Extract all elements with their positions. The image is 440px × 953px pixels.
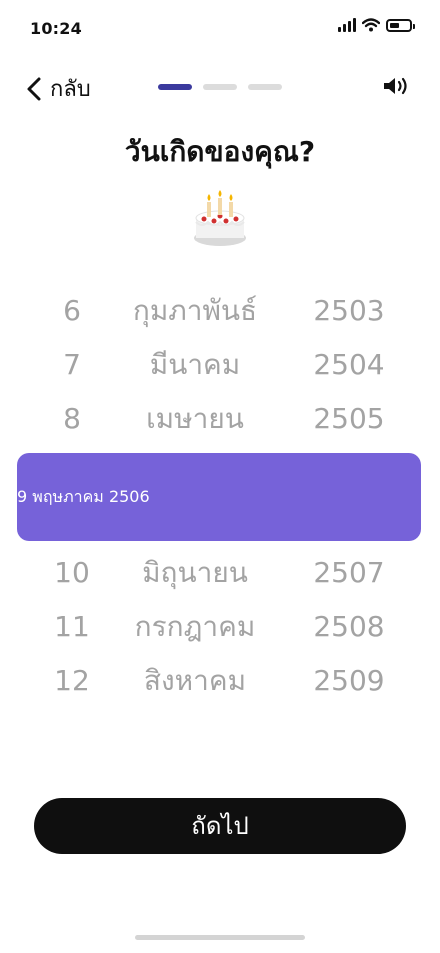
picker-day: 10 — [54, 556, 90, 589]
picker-month: มิถุนายน — [142, 556, 248, 589]
step-progress-indicator — [158, 84, 282, 90]
picker-month: เมษายน — [146, 402, 244, 435]
progress-step-inactive — [203, 84, 237, 90]
selected-year: 2506 — [108, 487, 150, 506]
picker-year: 2509 — [313, 664, 385, 697]
home-indicator — [135, 935, 305, 940]
picker-day: 12 — [54, 664, 90, 697]
picker-year: 2503 — [313, 294, 385, 327]
wifi-icon — [362, 18, 380, 32]
picker-row[interactable]: 12 สิงหาคม 2509 — [0, 654, 440, 708]
picker-year: 2505 — [313, 402, 385, 435]
picker-row[interactable]: 10 มิถุนายน 2507 — [0, 546, 440, 600]
picker-month: กรกฎาคม — [134, 610, 256, 643]
battery-icon — [386, 18, 415, 32]
signal-icon — [338, 18, 356, 32]
progress-step-inactive — [248, 84, 282, 90]
picker-selected-row[interactable]: 9 พฤษภาคม 2506 — [17, 453, 421, 541]
back-button[interactable]: กลับ — [26, 71, 91, 106]
status-bar: 10:24 — [0, 0, 440, 56]
top-nav: กลับ — [0, 66, 440, 110]
picker-day: 11 — [54, 610, 90, 643]
back-label: กลับ — [50, 77, 91, 102]
picker-row[interactable]: 6 กุมภาพันธ์ 2503 — [0, 284, 440, 338]
picker-day: 8 — [63, 402, 81, 435]
picker-year: 2504 — [313, 348, 385, 381]
picker-year: 2507 — [313, 556, 385, 589]
picker-year: 2508 — [313, 610, 385, 643]
selected-day: 9 — [17, 487, 28, 506]
picker-day: 6 — [63, 294, 81, 327]
next-button[interactable]: ถัดไป — [34, 798, 406, 854]
status-icons — [338, 18, 415, 32]
speaker-icon — [384, 77, 407, 95]
picker-month: มีนาคม — [149, 348, 241, 381]
chevron-left-icon — [27, 77, 41, 100]
sound-button[interactable] — [382, 76, 412, 100]
picker-row[interactable]: 11 กรกฎาคม 2508 — [0, 600, 440, 654]
page-title: วันเกิดของคุณ? — [124, 135, 316, 168]
picker-month: สิงหาคม — [143, 664, 247, 697]
progress-step-active — [158, 84, 192, 90]
picker-row[interactable]: 8 เมษายน 2505 — [0, 392, 440, 446]
status-time: 10:24 — [30, 19, 82, 38]
battery-level — [390, 22, 399, 28]
birthday-cake-icon — [194, 190, 246, 246]
picker-month: กุมภาพันธ์ — [132, 294, 258, 327]
selected-month: พฤษภาคม — [32, 487, 104, 506]
picker-day: 7 — [63, 348, 81, 381]
picker-row[interactable]: 7 มีนาคม 2504 — [0, 338, 440, 392]
